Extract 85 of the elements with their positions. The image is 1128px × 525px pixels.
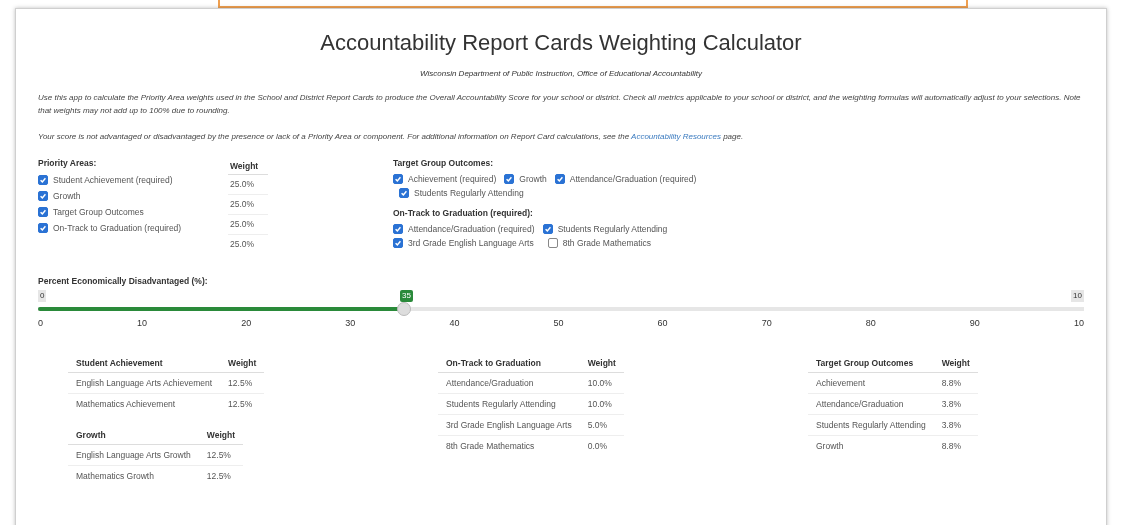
checkbox-label[interactable]: Growth: [519, 174, 547, 184]
checkbox[interactable]: [38, 207, 48, 217]
checkbox-label[interactable]: Student Achievement (required): [53, 175, 173, 185]
table-cell: 8th Grade Mathematics: [438, 435, 580, 456]
column-header: Weight: [579, 354, 624, 373]
column-header: Weight: [198, 426, 243, 445]
table-cell: English Language Arts Achievement: [68, 372, 221, 394]
checkbox[interactable]: [547, 238, 558, 248]
table-cell: 8.8%: [933, 372, 978, 394]
tick-label: 40: [449, 318, 460, 328]
tick-label: 30: [345, 318, 356, 328]
table-cell: Mathematics Growth: [68, 465, 199, 486]
column-header: Growth: [68, 426, 199, 445]
column-header: Target Group Outcomes: [808, 354, 934, 373]
checkbox[interactable]: [38, 223, 48, 233]
weight-cell: 25.0%: [228, 215, 268, 235]
section-heading: Target Group Outcomes:: [393, 158, 494, 168]
resources-link[interactable]: Accountability Resources: [631, 132, 721, 141]
column-header: Weight: [228, 158, 268, 175]
column-header: On-Track to Graduation: [438, 354, 580, 373]
table-cell: Attendance/Graduation: [808, 393, 934, 415]
table-cell: 3rd Grade English Language Arts: [438, 414, 580, 436]
tick-label: 10: [1073, 318, 1084, 328]
section-heading: On-Track to Graduation (required):: [393, 208, 534, 218]
min-label: 0: [38, 290, 47, 302]
checkbox[interactable]: [393, 238, 403, 248]
checkbox-label[interactable]: On-Track to Graduation (required): [53, 223, 182, 233]
section-heading: Priority Areas:: [38, 158, 98, 168]
weight-cell-text: 25.0%: [229, 238, 256, 251]
note-paragraph: Your score is not advantaged or disadvantaged by the presence or lack of a Priority Area or component. For additional information on Report Card calculations, see the Accountability Resources page.: [38, 131, 745, 143]
table-cell: 10.0%: [579, 393, 624, 415]
checkbox[interactable]: [38, 191, 48, 201]
checkbox[interactable]: [542, 224, 553, 234]
slider-label: Percent Economically Disadvantaged (%):: [38, 276, 209, 286]
tick-label: 10: [137, 318, 148, 328]
tick-label: 20: [241, 318, 252, 328]
subtitle: Wisconsin Department of Public Instruction, Office of Educational Accountability: [419, 69, 703, 78]
page-title: Accountability Report Cards Weighting Calculator: [319, 30, 803, 56]
table-cell: 8.8%: [933, 435, 978, 456]
table-cell: 10.0%: [579, 372, 624, 394]
table-cell: Students Regularly Attending: [808, 414, 934, 436]
checkbox-label[interactable]: Achievement (required): [408, 174, 497, 184]
table-cell: Achievement: [808, 372, 934, 394]
table-cell: Attendance/Graduation: [438, 372, 580, 394]
checkbox[interactable]: [393, 174, 403, 184]
table-cell: 12.5%: [198, 465, 243, 486]
intro-paragraph: Use this app to calculate the Priority Area weights used in the School and District Report Cards to produce the Overall Accountability Score for your school or district. Check all metrics applicable to your school or district, and the weighting formulas will automatically adjust to your selections. Note that weights may not add up to 100% due to rounding.: [38, 92, 1082, 117]
checkbox-label[interactable]: Attendance/Graduation (required): [408, 224, 535, 234]
table-cell: 3.8%: [933, 414, 978, 436]
tick-label: 60: [657, 318, 668, 328]
table-cell: 12.5%: [220, 372, 265, 394]
checkbox[interactable]: [38, 175, 48, 185]
weight-cell: 25.0%: [228, 195, 268, 215]
table-cell: 0.0%: [579, 435, 624, 456]
checkbox[interactable]: [504, 174, 515, 184]
checkbox-label[interactable]: Attendance/Graduation (required): [569, 174, 697, 184]
checkbox-label[interactable]: Students Regularly Attending: [557, 224, 668, 234]
checkbox-label[interactable]: 3rd Grade English Language Arts: [408, 238, 534, 248]
checkbox-label[interactable]: 8th Grade Mathematics: [562, 238, 652, 248]
column-header: Weight: [220, 354, 265, 373]
table-cell: Growth: [808, 435, 934, 456]
slider-handle[interactable]: [397, 302, 412, 316]
max-label: 10: [1071, 290, 1084, 302]
value-badge: 35: [400, 290, 413, 302]
weight-cell: 25.0%: [228, 175, 268, 195]
checkbox[interactable]: [393, 224, 403, 234]
tick-label: 80: [865, 318, 876, 328]
column-header: Student Achievement: [68, 354, 221, 373]
tick-label: 70: [761, 318, 772, 328]
checkbox-label[interactable]: Students Regularly Attending: [414, 188, 524, 198]
tick-label: 0: [38, 318, 43, 328]
table-cell: English Language Arts Growth: [68, 444, 199, 466]
table-cell: Mathematics Achievement: [68, 393, 221, 414]
checkbox[interactable]: [399, 188, 409, 198]
table-cell: 5.0%: [579, 414, 624, 436]
table-cell: 12.5%: [220, 393, 265, 414]
table-cell: 12.5%: [198, 444, 243, 466]
tick-label: 50: [553, 318, 564, 328]
table-cell: 3.8%: [933, 393, 978, 415]
tick-label: 90: [969, 318, 980, 328]
checkbox-label[interactable]: Growth: [53, 191, 81, 201]
column-header: Weight: [933, 354, 978, 373]
table-cell: Students Regularly Attending: [438, 393, 580, 415]
checkbox[interactable]: [554, 174, 565, 184]
checkbox-label[interactable]: Target Group Outcomes: [53, 207, 144, 217]
